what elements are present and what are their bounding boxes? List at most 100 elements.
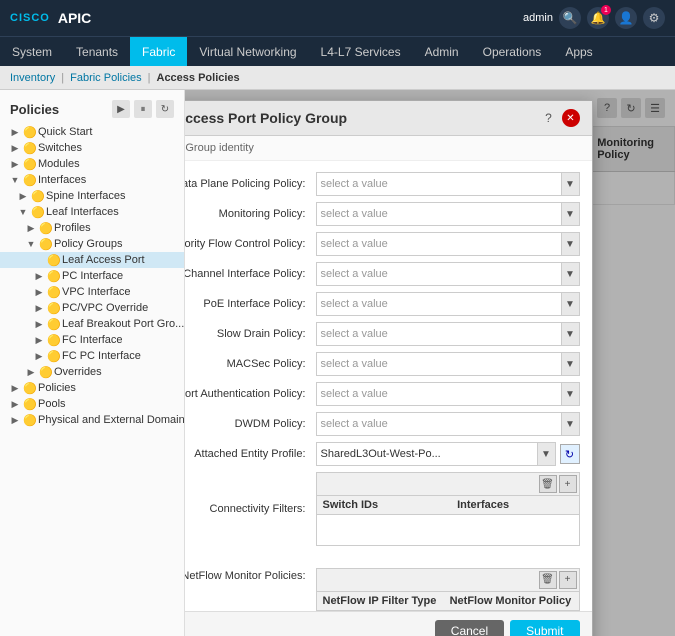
select-macsec-wrapper: select a value ▼ xyxy=(316,352,580,376)
nav-tenants[interactable]: Tenants xyxy=(64,37,130,66)
nav-fabric[interactable]: Fabric xyxy=(130,37,187,66)
select-ingress-arrow: ▼ xyxy=(561,173,579,195)
breadcrumb-sep-1: | xyxy=(61,72,64,84)
breadcrumb-inventory[interactable]: Inventory xyxy=(10,72,55,84)
sidebar-item-fc-pc-interface[interactable]: ▶ 🟡 FC PC Interface xyxy=(0,348,184,364)
sidebar-item-policy-groups[interactable]: ▼ 🟡 Policy Groups xyxy=(0,236,184,252)
select-monitoring-wrapper: select a value ▼ xyxy=(316,202,580,226)
admin-username: admin xyxy=(523,12,553,24)
sidebar-item-label-leaf-breakout: Leaf Breakout Port Gro... xyxy=(62,318,184,330)
entity-profile-refresh-btn[interactable]: ↻ xyxy=(560,444,580,464)
modal-body: Ingress Data Plane Policing Policy: sele… xyxy=(185,161,592,611)
connectivity-filters-section: Connectivity Filters: 🗑 + Switch IDs xyxy=(185,469,592,549)
sidebar-item-label-pcvpc: PC/VPC Override xyxy=(62,302,148,314)
toggle-profiles: ▶ xyxy=(24,223,38,234)
nav-apps[interactable]: Apps xyxy=(553,37,604,66)
select-slowdrain[interactable]: select a value xyxy=(317,323,561,345)
modal-close-btn[interactable]: ✕ xyxy=(562,109,580,127)
toggle-policy-groups: ▼ xyxy=(24,239,38,249)
folder-domains-icon: 🟡 xyxy=(22,414,38,426)
nav-operations[interactable]: Operations xyxy=(471,37,554,66)
nav-virtual-networking[interactable]: Virtual Networking xyxy=(187,37,308,66)
connectivity-filters-add-btn[interactable]: + xyxy=(559,475,577,493)
netflow-delete-btn[interactable]: 🗑 xyxy=(539,571,557,589)
settings-icon[interactable]: ⚙ xyxy=(643,7,665,29)
toggle-vpc-interface: ▶ xyxy=(32,287,46,298)
select-8021x[interactable]: select a value xyxy=(317,383,561,405)
nav-admin[interactable]: Admin xyxy=(413,37,471,66)
select-monitoring[interactable]: select a value xyxy=(317,203,561,225)
folder-vpc-icon: 🟡 xyxy=(46,286,62,298)
select-poe[interactable]: select a value xyxy=(317,293,561,315)
sidebar-item-quickstart[interactable]: ▶ 🟡 Quick Start xyxy=(0,124,184,140)
connectivity-filters-table: Switch IDs Interfaces xyxy=(317,496,579,545)
notifications-icon[interactable]: 🔔 1 xyxy=(587,7,609,29)
cisco-logo: CISCO xyxy=(10,12,50,24)
sidebar-item-modules[interactable]: ▶ 🟡 Modules xyxy=(0,156,184,172)
select-pfc[interactable]: select a value xyxy=(317,233,561,255)
folder-fc-icon: 🟡 xyxy=(46,334,62,346)
select-ingress-wrapper: select a value ▼ xyxy=(316,172,580,196)
sidebar-refresh-btn[interactable]: ↻ xyxy=(156,100,174,118)
sidebar-item-spine[interactable]: ▶ 🟡 Spine Interfaces xyxy=(0,188,184,204)
breadcrumb-fabric-policies[interactable]: Fabric Policies xyxy=(70,72,142,84)
breadcrumb-access-policies[interactable]: Access Policies xyxy=(157,72,240,84)
sidebar-item-fc-interface[interactable]: ▶ 🟡 FC Interface xyxy=(0,332,184,348)
sidebar-item-interfaces[interactable]: ▼ 🟡 Interfaces xyxy=(0,172,184,188)
sidebar-item-policies[interactable]: ▶ 🟡 Policies xyxy=(0,380,184,396)
modal-help-btn[interactable]: ? xyxy=(540,109,558,127)
entity-profile-input[interactable] xyxy=(317,443,537,465)
submit-button[interactable]: Submit xyxy=(510,620,579,636)
sidebar-item-vpc-interface[interactable]: ▶ 🟡 VPC Interface xyxy=(0,284,184,300)
connectivity-filters-delete-btn[interactable]: 🗑 xyxy=(539,475,557,493)
sidebar-pause-btn[interactable]: ⏸ xyxy=(134,100,152,118)
netflow-toolbar: 🗑 + xyxy=(317,569,579,592)
header-right: admin 🔍 🔔 1 👤 ⚙ xyxy=(523,7,665,29)
folder-switches-icon: 🟡 xyxy=(22,142,38,154)
sidebar-item-label-leaf: Leaf Interfaces xyxy=(46,206,119,218)
breadcrumb: Inventory | Fabric Policies | Access Pol… xyxy=(0,66,675,90)
sidebar-item-domains[interactable]: ▶ 🟡 Physical and External Domains xyxy=(0,412,184,428)
folder-policies-icon: 🟡 xyxy=(22,382,38,394)
netflow-table-container: 🗑 + NetFlow IP Filter Type NetFlow Monit… xyxy=(316,568,580,612)
sidebar-item-leaf[interactable]: ▼ 🟡 Leaf Interfaces xyxy=(0,204,184,220)
sidebar-item-pc-interface[interactable]: ▶ 🟡 PC Interface xyxy=(0,268,184,284)
label-entity-profile: Attached Entity Profile: xyxy=(185,448,316,460)
folder-leaf-icon: 🟡 xyxy=(30,206,46,218)
search-icon[interactable]: 🔍 xyxy=(559,7,581,29)
toggle-leaf-breakout: ▶ xyxy=(32,319,46,330)
control-pfc: select a value ▼ xyxy=(316,232,580,256)
sidebar-item-pools[interactable]: ▶ 🟡 Pools xyxy=(0,396,184,412)
toggle-switches: ▶ xyxy=(8,143,22,154)
label-connectivity-filters: Connectivity Filters: xyxy=(185,503,316,515)
sidebar-item-leaf-breakout[interactable]: ▶ 🟡 Leaf Breakout Port Gro... xyxy=(0,316,184,332)
label-fc: Fibre Channel Interface Policy: xyxy=(185,268,316,280)
select-fc[interactable]: select a value xyxy=(317,263,561,285)
sidebar-item-leaf-access-port[interactable]: 🟡 Leaf Access Port xyxy=(0,252,184,268)
sidebar-item-switches[interactable]: ▶ 🟡 Switches xyxy=(0,140,184,156)
select-ingress[interactable]: select a value xyxy=(317,173,561,195)
sidebar-play-btn[interactable]: ▶ xyxy=(112,100,130,118)
cancel-button[interactable]: Cancel xyxy=(435,620,504,636)
netflow-add-btn[interactable]: + xyxy=(559,571,577,589)
select-fc-arrow: ▼ xyxy=(561,263,579,285)
sidebar-header: Policies ▶ ⏸ ↻ xyxy=(0,94,184,124)
sidebar-item-overrides[interactable]: ▶ 🟡 Overrides xyxy=(0,364,184,380)
select-macsec[interactable]: select a value xyxy=(317,353,561,375)
modal-header-icons: ? ✕ xyxy=(540,109,580,127)
sidebar-item-pcvpc-override[interactable]: ▶ 🟡 PC/VPC Override xyxy=(0,300,184,316)
select-dwdm[interactable]: select a value xyxy=(317,413,561,435)
label-netflow: NetFlow Monitor Policies: xyxy=(185,568,316,582)
sidebar-item-profiles[interactable]: ▶ 🟡 Profiles xyxy=(0,220,184,236)
folder-fc-pc-icon: 🟡 xyxy=(46,350,62,362)
nav-l4l7[interactable]: L4-L7 Services xyxy=(309,37,413,66)
toggle-leaf: ▼ xyxy=(16,207,30,217)
select-poe-arrow: ▼ xyxy=(561,293,579,315)
user-icon[interactable]: 👤 xyxy=(615,7,637,29)
nav-system[interactable]: System xyxy=(0,37,64,66)
sidebar-item-label-interfaces: Interfaces xyxy=(38,174,86,186)
entity-profile-select-arrow: ▼ xyxy=(537,443,555,465)
toggle-domains: ▶ xyxy=(8,415,22,426)
sidebar-item-label-policies: Policies xyxy=(38,382,76,394)
folder-pc-icon: 🟡 xyxy=(46,270,62,282)
